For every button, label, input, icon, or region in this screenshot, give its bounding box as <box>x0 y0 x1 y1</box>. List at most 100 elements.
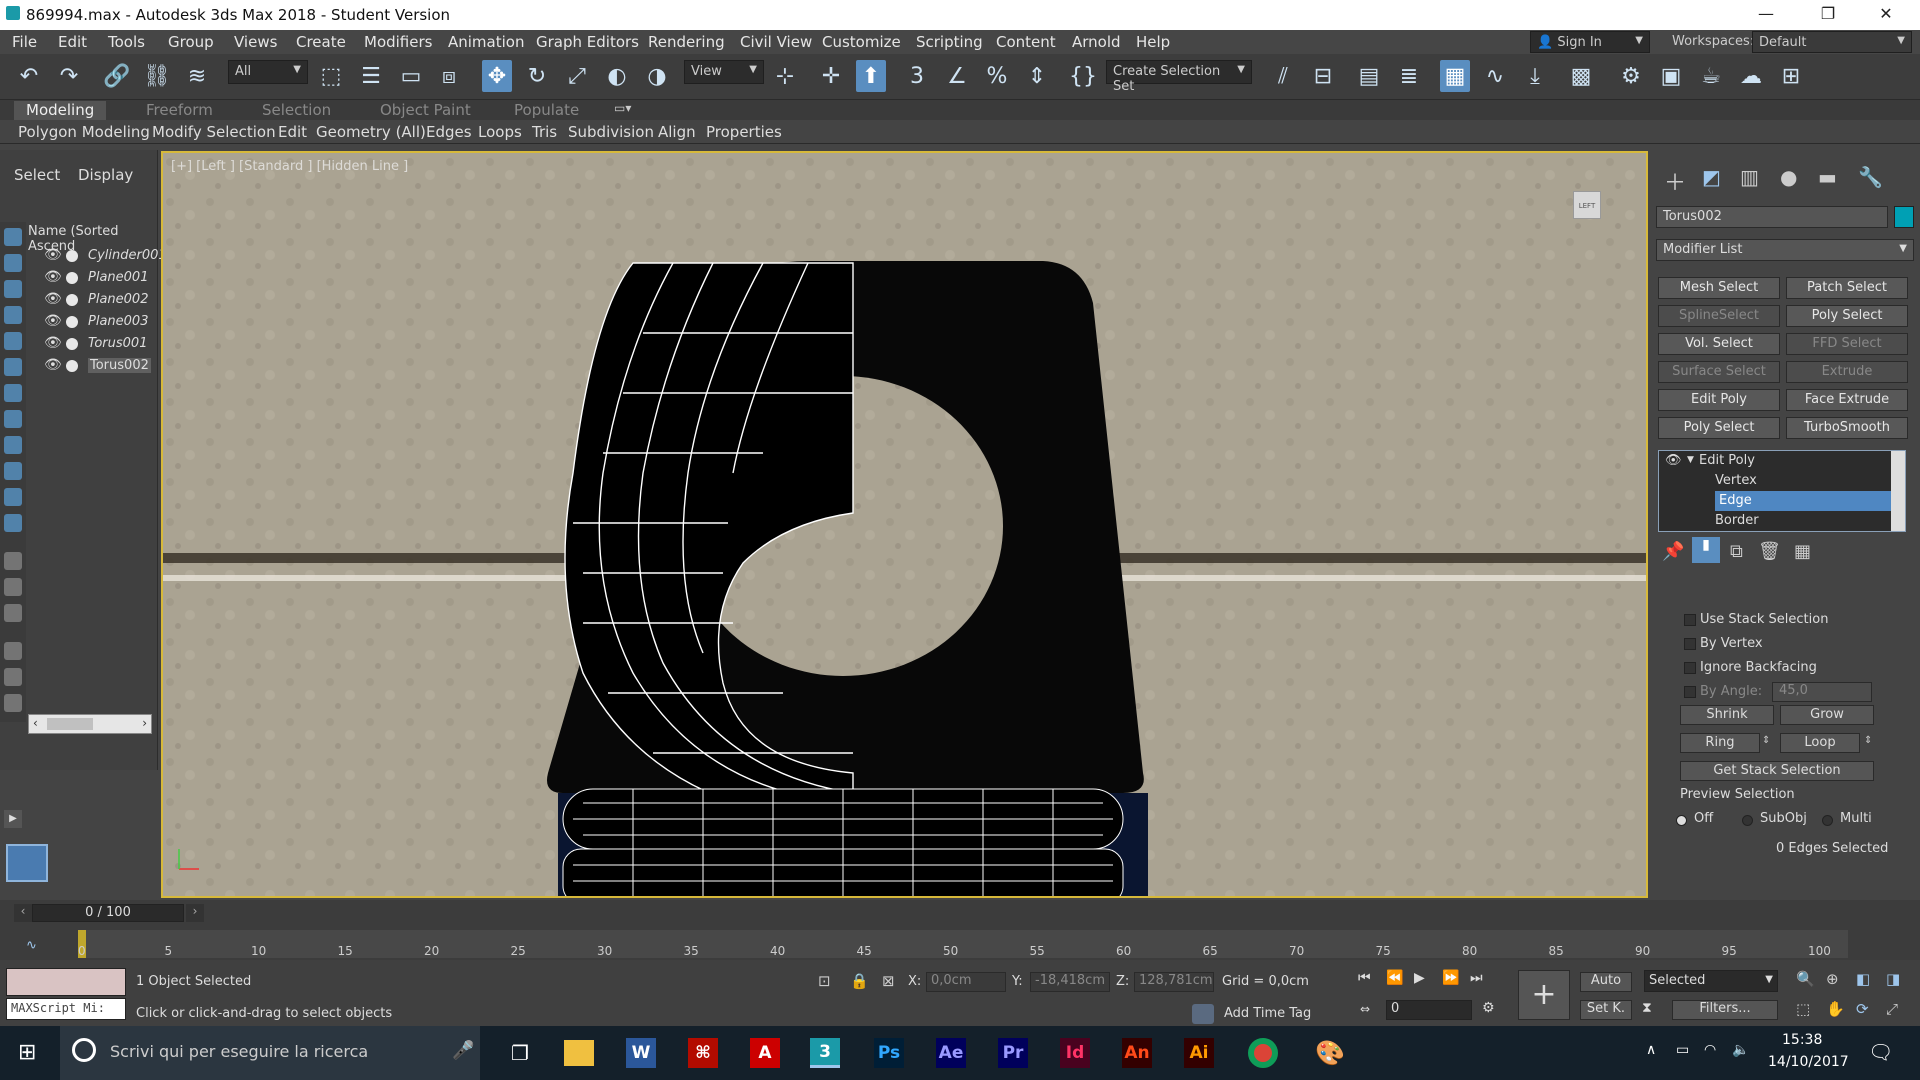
stack-scrollbar[interactable] <box>1891 451 1905 531</box>
object-color-swatch[interactable] <box>1894 206 1914 228</box>
mirror-icon[interactable]: ⫽ <box>1268 60 1298 92</box>
undo-icon[interactable]: ↶ <box>14 60 44 92</box>
zoom-extents-icon[interactable]: ◧ <box>1856 970 1870 988</box>
filter-shapes-icon[interactable] <box>4 254 22 272</box>
by-angle-spinner[interactable]: 45,0 <box>1772 682 1872 702</box>
volume-icon[interactable]: 🔈 <box>1732 1042 1749 1058</box>
ribbon-edit[interactable]: Edit <box>278 123 307 141</box>
percent-snap-icon[interactable]: % <box>982 60 1012 92</box>
go-to-start-icon[interactable]: ⏮ <box>1358 970 1371 986</box>
menu-arnold[interactable]: Arnold <box>1072 33 1121 51</box>
filter-lights-icon[interactable] <box>4 280 22 298</box>
3dsmax-icon[interactable]: 3 <box>810 1038 840 1068</box>
time-tag-icon[interactable] <box>1192 1004 1214 1024</box>
action-center-icon[interactable]: 🗨 <box>1868 1040 1893 1064</box>
after-effects-icon[interactable]: Ae <box>936 1038 966 1068</box>
stack-level-border[interactable]: Border <box>1715 511 1875 531</box>
pivot-center-icon[interactable]: ⊹ <box>770 60 800 92</box>
filter-xrefs-icon[interactable] <box>4 410 22 428</box>
menu-rendering[interactable]: Rendering <box>648 33 725 51</box>
field-of-view-icon[interactable]: ⬚ <box>1796 1000 1810 1018</box>
maxscript-listener-pink[interactable] <box>6 968 126 996</box>
filter-bones-icon[interactable] <box>4 436 22 454</box>
maximize-button[interactable]: ❐ <box>1808 4 1848 23</box>
auto-key-button[interactable]: Auto <box>1580 972 1632 992</box>
modifier-list-dropdown[interactable]: Modifier List ▼ <box>1656 239 1914 261</box>
patch-select-button[interactable]: Patch Select <box>1786 277 1908 299</box>
edit-poly-button[interactable]: Edit Poly <box>1658 389 1780 411</box>
viewport-layout-icon[interactable] <box>6 844 48 882</box>
find-icon[interactable] <box>4 642 22 660</box>
ribbon-modify-selection[interactable]: Modify Selection <box>152 123 276 141</box>
scroll-right-icon[interactable]: › <box>142 716 147 730</box>
select-object-icon[interactable]: ⬚ <box>316 60 346 92</box>
battery-icon[interactable]: ▭ <box>1676 1042 1689 1058</box>
place-icon[interactable]: ◐ <box>602 60 632 92</box>
hierarchy-tab-icon[interactable]: ▥ <box>1740 165 1759 189</box>
extrude-button[interactable]: Extrude <box>1786 361 1908 383</box>
display-none-icon[interactable] <box>4 578 22 596</box>
eye-icon[interactable]: 👁 <box>44 357 62 373</box>
display-invert-icon[interactable] <box>4 604 22 622</box>
get-stack-selection-button[interactable]: Get Stack Selection <box>1680 761 1874 781</box>
menu-civil-view[interactable]: Civil View <box>740 33 812 51</box>
preview-subobj-radio[interactable] <box>1742 815 1753 826</box>
set-key-big-icon[interactable]: + <box>1518 970 1570 1020</box>
render-production-icon[interactable]: ☕ <box>1696 60 1726 92</box>
motion-tab-icon[interactable]: ● <box>1780 165 1797 189</box>
wifi-icon[interactable]: ◠ <box>1704 1042 1716 1058</box>
filter-containers-icon[interactable] <box>4 462 22 480</box>
word-icon[interactable]: W <box>626 1038 656 1068</box>
mesh-select-button[interactable]: Mesh Select <box>1658 277 1780 299</box>
tab-object-paint[interactable]: Object Paint <box>380 101 471 119</box>
scene-horizontal-scrollbar[interactable]: ‹ › <box>28 714 152 734</box>
stack-item-edit-poly[interactable]: Edit Poly <box>1699 451 1879 471</box>
z-coordinate-field[interactable]: 128,781cm <box>1134 972 1214 992</box>
funnel-icon[interactable] <box>4 668 22 686</box>
ring-button[interactable]: Ring <box>1680 733 1760 753</box>
zoom-all-icon[interactable]: ⊕ <box>1826 970 1839 988</box>
schematic-view-icon[interactable]: ⤓ <box>1520 60 1550 92</box>
remove-modifier-icon[interactable]: 🗑 <box>1758 541 1781 562</box>
scene-explorer-icon[interactable]: ▤ <box>1354 60 1384 92</box>
menu-graph-editors[interactable]: Graph Editors <box>536 33 639 51</box>
select-region-icon[interactable] <box>4 694 22 712</box>
current-frame-field[interactable]: 0 <box>1386 1000 1472 1020</box>
time-slider-next-icon[interactable]: › <box>186 904 204 922</box>
move-icon[interactable]: ✥ <box>482 60 512 92</box>
make-unique-icon[interactable]: ⧉ <box>1730 541 1743 562</box>
ribbon-polygon-modeling[interactable]: Polygon Modeling <box>18 123 150 141</box>
ribbon-edges[interactable]: Edges <box>426 123 472 141</box>
selection-lock-icon[interactable]: 🔒 <box>850 972 869 990</box>
scroll-thumb[interactable] <box>47 718 93 730</box>
ribbon-align[interactable]: Align <box>658 123 696 141</box>
isolate-selection-icon[interactable]: ⊡ <box>818 972 831 990</box>
spline-select-button[interactable]: SplineSelect <box>1658 305 1780 327</box>
loop-spinner-icon[interactable]: ⇕ <box>1864 735 1872 746</box>
acrobat-icon[interactable]: ⌘ <box>688 1038 718 1068</box>
layer-explorer-icon[interactable]: ≣ <box>1394 60 1424 92</box>
scene-tab-select[interactable]: Select <box>14 166 60 184</box>
preview-multi-radio[interactable] <box>1822 815 1833 826</box>
workspace-dropdown[interactable]: Default ▼ <box>1752 31 1912 53</box>
snaps-toggle-icon[interactable]: 3 <box>902 60 932 92</box>
previous-frame-icon[interactable]: ⏪ <box>1386 970 1403 986</box>
paint-icon[interactable]: 🎨 <box>1310 1034 1350 1072</box>
viewport-left[interactable]: [+] [Left ] [Standard ] [Hidden Line ] L… <box>161 151 1648 898</box>
key-filters-button[interactable]: Filters... <box>1672 1000 1778 1020</box>
menu-help[interactable]: Help <box>1136 33 1170 51</box>
stack-level-vertex[interactable]: Vertex <box>1715 471 1875 491</box>
default-in-out-tangents-icon[interactable]: ⧗ <box>1642 1000 1652 1016</box>
shrink-button[interactable]: Shrink <box>1680 705 1774 725</box>
show-hidden-icons-icon[interactable]: ∧ <box>1646 1042 1656 1058</box>
task-view-icon[interactable]: ❐ <box>500 1034 540 1072</box>
y-coordinate-field[interactable]: -18,418cm <box>1030 972 1110 992</box>
scene-tab-display[interactable]: Display <box>78 166 133 184</box>
menu-scripting[interactable]: Scripting <box>916 33 983 51</box>
maximize-viewport-icon[interactable]: ⤢ <box>1886 1000 1898 1018</box>
next-frame-icon[interactable]: ⏩ <box>1442 970 1459 986</box>
ribbon-properties[interactable]: Properties <box>706 123 782 141</box>
spinner-snap-icon[interactable]: ⇕ <box>1022 60 1052 92</box>
edit-named-selection-icon[interactable]: {} <box>1068 60 1098 92</box>
menu-file[interactable]: File <box>12 33 37 51</box>
